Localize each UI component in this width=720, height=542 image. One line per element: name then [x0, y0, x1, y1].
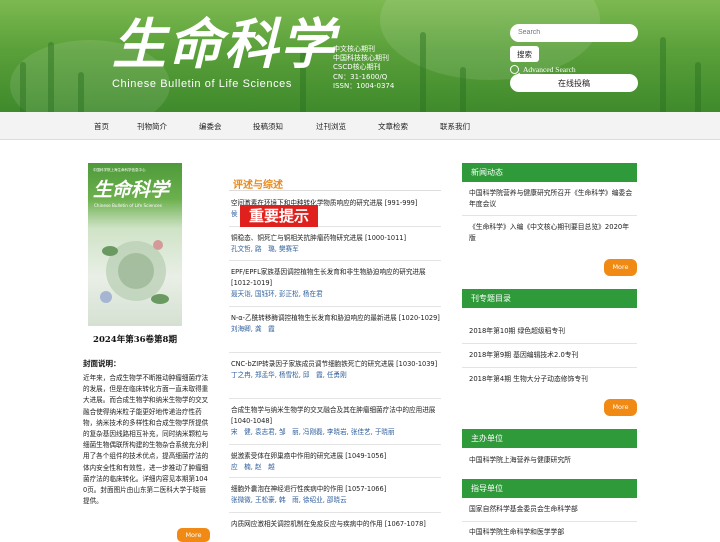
article-authors: 应 楠, 赵 越	[231, 463, 275, 471]
header-banner: 生命科学 Chinese Bulletin of Life Sciences 中…	[0, 0, 720, 112]
guide-box-title: 指导单位	[462, 479, 637, 498]
article-divider	[229, 306, 441, 307]
badge-line: CN：31-1600/Q	[333, 72, 388, 81]
article-title[interactable]: CNC-bZIP转录因子家族成员调节细胞铁死亡的研究进展 [1030-1039]	[231, 359, 443, 370]
grass-blade	[420, 32, 426, 112]
main-nav: 首页 刊物简介 编委会 投稿须知 过刊浏览 文章检索 联系我们	[0, 112, 720, 140]
news-divider	[462, 215, 637, 216]
nav-editorial-board[interactable]: 编委会	[199, 121, 222, 132]
search-button[interactable]: 搜索	[510, 46, 539, 62]
cover-publisher: 中国科学院上海生命科学信息中心	[93, 168, 146, 172]
nav-past-issues[interactable]: 过刊浏览	[316, 121, 346, 132]
logo-title: 生命科学	[112, 12, 336, 76]
news-box-title: 新闻动态	[462, 163, 637, 182]
guide-item[interactable]: 国家自然科学基金委员会生命科学部	[469, 504, 634, 515]
article-title[interactable]: 蜕激素受体在卵巢癌中作用的研究进展 [1049-1056]	[231, 451, 443, 462]
host-item[interactable]: 中国科学院上海营养与健康研究所	[469, 455, 634, 466]
article-authors: 孔文哲, 路 璐, 樊赛军	[231, 245, 299, 253]
cover-subtitle: Chinese Bulletin of Life Sciences	[94, 203, 162, 208]
cover-description-title: 封面说明：	[83, 359, 121, 368]
grass-blade	[78, 72, 84, 112]
article-authors: 刘海卿, 龚 霞	[231, 325, 275, 333]
article-item: 细胞外囊泡在神经退行性疾病中的作用 [1057-1066] 张微微, 王松豪, …	[231, 484, 443, 506]
grass-blade	[695, 62, 701, 112]
article-item: 蜕激素受体在卵巢癌中作用的研究进展 [1049-1056] 应 楠, 赵 越	[231, 451, 443, 473]
advanced-search-link[interactable]: Advanced Search	[510, 65, 638, 74]
article-item: EPF/EPFL家族基因调控植物生长发育和非生物胁迫响应的研究进展 [1012-…	[231, 267, 443, 300]
article-item: N-α-乙酰转移酶调控植物生长发育和胁迫响应的最新进展 [1020-1029] …	[231, 313, 443, 335]
nav-journal-intro[interactable]: 刊物简介	[137, 121, 167, 132]
special-issue-item[interactable]: 2018年第10期 绿色超级稻专刊	[469, 326, 634, 337]
search-input[interactable]	[510, 23, 638, 42]
advanced-search-label: Advanced Search	[523, 65, 576, 74]
news-item[interactable]: 《生命科学》入编《中文核心期刊要目总览》2020年版	[469, 222, 634, 244]
search-panel: 搜索 Advanced Search	[510, 19, 638, 74]
journal-badges: 中文核心期刊 中国科技核心期刊 CSCD核心期刊 CN：31-1600/Q IS…	[333, 45, 394, 91]
nav-contact-us[interactable]: 联系我们	[440, 121, 470, 132]
article-item: CNC-bZIP转录因子家族成员调节细胞铁死亡的研究进展 [1030-1039]…	[231, 359, 443, 381]
badge-line: ISSN：1004-0374	[333, 81, 395, 90]
article-title[interactable]: 铜稳态、铜死亡与铜相关抗肿瘤药物研究进展 [1000-1011]	[231, 233, 443, 244]
section-title: 评述与综述	[233, 180, 283, 191]
important-notice-badge[interactable]: 重要提示	[240, 205, 318, 227]
special-issue-box-title: 刊专题目录	[462, 289, 637, 308]
host-box-title: 主办单位	[462, 429, 637, 448]
article-item: 内质网应激相关调控机制在免疫反应与疾病中的作用 [1067-1078]	[231, 519, 443, 530]
article-divider	[229, 444, 441, 445]
nav-submission-guide[interactable]: 投稿须知	[253, 121, 283, 132]
badge-line: 中文核心期刊	[333, 45, 375, 53]
article-authors: 丁之冉, 郑孟华, 杨雪松, 邱 霞, 任勇刚	[231, 371, 347, 379]
cover-title: 生命科学	[93, 179, 170, 201]
issue-label: 2024年第36卷第8期	[93, 335, 177, 345]
article-item: 合成生物学与纳米生物学的交叉融合及其在肿瘤细菌疗法中的应用进展 [1040-10…	[231, 405, 443, 438]
article-item: 铜稳态、铜死亡与铜相关抗肿瘤药物研究进展 [1000-1011] 孔文哲, 路 …	[231, 233, 443, 255]
nav-home[interactable]: 首页	[94, 121, 109, 132]
badge-line: CSCD核心期刊	[333, 63, 381, 72]
article-divider	[229, 398, 441, 399]
article-authors: 聂天诣, 国钰环, 彭正松, 杨在君	[231, 290, 323, 298]
article-divider	[229, 512, 441, 513]
article-authors: 宋 健, 袁志君, 邹 丽, 冯刚磊, 李晓岩, 张佳艺, 于晓丽	[231, 428, 395, 436]
search-icon	[510, 65, 519, 74]
article-divider	[229, 352, 441, 353]
special-issue-more-button[interactable]: More	[604, 399, 637, 416]
grass-blade	[460, 67, 466, 112]
section-divider	[229, 190, 441, 191]
guide-item[interactable]: 中国科学院生命科学和医学学部	[469, 527, 634, 538]
article-divider	[229, 477, 441, 478]
cover-illustration	[100, 240, 169, 304]
issue-cover-image[interactable]: 中国科学院上海生命科学信息中心 生命科学 Chinese Bulletin of…	[88, 163, 182, 326]
article-title[interactable]: N-α-乙酰转移酶调控植物生长发育和胁迫响应的最新进展 [1020-1029]	[231, 313, 443, 324]
article-divider	[229, 260, 441, 261]
special-issue-item[interactable]: 2018年第9期 基因编辑技术2.0专刊	[469, 350, 634, 361]
grass-blade	[48, 42, 54, 112]
special-issue-item[interactable]: 2018年第4期 生物大分子动态修饰专刊	[469, 374, 634, 385]
news-more-button[interactable]: More	[604, 259, 637, 276]
grass-blade	[660, 37, 666, 112]
special-issue-divider	[462, 367, 637, 368]
special-issue-divider	[462, 343, 637, 344]
article-title[interactable]: 细胞外囊泡在神经退行性疾病中的作用 [1057-1066]	[231, 484, 443, 495]
online-submission-button[interactable]: 在线投稿	[510, 74, 638, 92]
article-title[interactable]: 合成生物学与纳米生物学的交叉融合及其在肿瘤细菌疗法中的应用进展 [1040-10…	[231, 405, 443, 427]
nav-article-search[interactable]: 文章检索	[378, 121, 408, 132]
cover-description: 近年来，合成生物学不断推动肿瘤细菌疗法的发展，但是在临床转化方面一直未取得重大进…	[83, 374, 209, 506]
grass-blade	[20, 62, 26, 112]
article-title[interactable]: EPF/EPFL家族基因调控植物生长发育和非生物胁迫响应的研究进展 [1012-…	[231, 267, 443, 289]
article-title[interactable]: 内质网应激相关调控机制在免疫反应与疾病中的作用 [1067-1078]	[231, 519, 443, 530]
article-authors: 张微微, 王松豪, 韩 雨, 徐绍业, 邵晓云	[231, 496, 347, 504]
logo-subtitle: Chinese Bulletin of Life Sciences	[112, 78, 293, 90]
news-item[interactable]: 中国科学院营养与健康研究所召开《生命科学》编委会年度会议	[469, 188, 634, 210]
guide-divider	[462, 521, 637, 522]
